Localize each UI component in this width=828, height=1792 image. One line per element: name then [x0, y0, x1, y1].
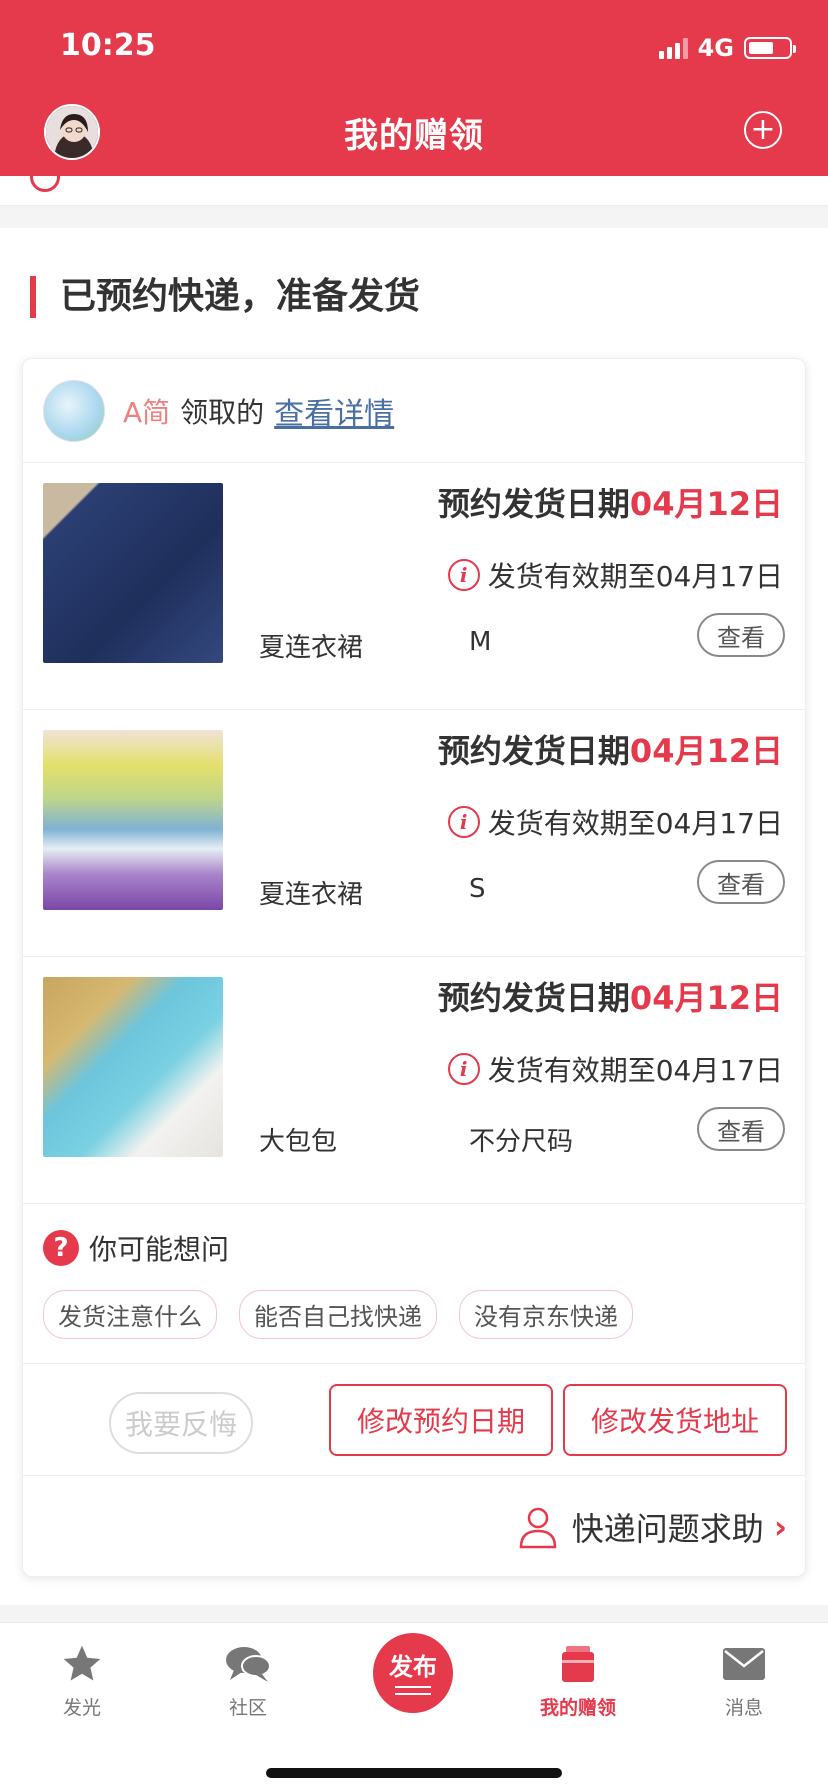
- tab-label: 发光: [62, 1697, 101, 1719]
- home-indicator: [266, 1768, 562, 1778]
- faq-title: 你可能想问: [89, 1233, 230, 1266]
- list-item: 预约发货日期04月12日 i 发货有效期至04月17日 夏连衣裙 S 查看: [23, 710, 805, 957]
- valid-period-text: 发货有效期至04月17日: [487, 1054, 783, 1087]
- card-header: A简 领取的 查看详情: [23, 359, 805, 463]
- regret-button[interactable]: 我要反悔: [109, 1392, 253, 1454]
- shipping-section: 已预约快递，准备发货 A简 领取的 查看详情 预约发货日期04月12日 i 发货…: [0, 228, 828, 1605]
- faq-section: ? 你可能想问 发货注意什么 能否自己找快递 没有京东快递: [23, 1204, 805, 1364]
- tab-label: 我的赠领: [539, 1697, 616, 1719]
- ship-date: 预约发货日期04月12日: [438, 479, 783, 525]
- info-icon: i: [447, 806, 480, 838]
- valid-period: i 发货有效期至04月17日: [447, 1049, 783, 1089]
- tab-label: 社区: [228, 1697, 267, 1719]
- page-title: 我的赠领: [344, 116, 484, 156]
- info-icon: i: [447, 559, 480, 591]
- chat-bubbles-icon: [226, 1647, 271, 1682]
- modify-date-button[interactable]: 修改预约日期: [329, 1384, 553, 1456]
- view-button[interactable]: 查看: [697, 613, 785, 657]
- battery-icon: [744, 37, 796, 59]
- ship-date-label: 预约发货日期: [437, 732, 630, 770]
- signal-icon: [658, 37, 688, 59]
- item-photo[interactable]: [43, 483, 223, 663]
- item-name: 夏连衣裙: [259, 633, 364, 663]
- publish-label: 发布: [389, 1653, 437, 1681]
- star-icon: [63, 1645, 101, 1681]
- person-icon: [519, 1507, 557, 1549]
- order-card: A简 领取的 查看详情 预约发货日期04月12日 i 发货有效期至04月17日 …: [22, 358, 806, 1577]
- view-button[interactable]: 查看: [697, 860, 785, 904]
- tab-messages[interactable]: 消息: [684, 1639, 804, 1720]
- section-title: 已预约快递，准备发货: [60, 276, 421, 317]
- tab-shine[interactable]: 发光: [22, 1639, 142, 1720]
- main-content[interactable]: 已预约快递，准备发货 A简 领取的 查看详情 预约发货日期04月12日 i 发货…: [0, 176, 828, 1622]
- faq-tag[interactable]: 没有京东快递: [459, 1290, 633, 1339]
- network-type: 4G: [697, 34, 734, 62]
- item-size: S: [469, 874, 486, 904]
- ship-date-value: 04月12日: [629, 485, 783, 523]
- item-size: M: [469, 627, 492, 657]
- item-size: 不分尺码: [469, 1127, 574, 1157]
- publish-button[interactable]: 发布: [373, 1633, 453, 1713]
- item-name: 夏连衣裙: [259, 880, 364, 910]
- section-accent-bar: [30, 276, 36, 318]
- tab-community[interactable]: 社区: [188, 1639, 308, 1720]
- app-header: 10:25 4G 我的赠领 +: [0, 0, 828, 176]
- courier-help-label: 快递问题求助: [571, 1510, 764, 1548]
- tab-label: 消息: [724, 1697, 763, 1719]
- ship-date: 预约发货日期04月12日: [438, 726, 783, 772]
- modify-address-button[interactable]: 修改发货地址: [563, 1384, 787, 1456]
- status-dot-icon: [30, 176, 60, 192]
- giver-name[interactable]: A简: [123, 391, 170, 431]
- item-name: 大包包: [259, 1127, 338, 1157]
- view-details-link[interactable]: 查看详情: [274, 389, 394, 433]
- status-time: 10:25: [60, 28, 156, 63]
- chevron-right-icon: ›: [773, 1508, 787, 1546]
- list-item: 预约发货日期04月12日 i 发货有效期至04月17日 夏连衣裙 M 查看: [23, 463, 805, 710]
- valid-period: i 发货有效期至04月17日: [447, 802, 783, 842]
- bottom-tab-bar: 发光 社区 发布 我的赠领 消息: [0, 1622, 828, 1792]
- view-button[interactable]: 查看: [697, 1107, 785, 1151]
- valid-period-text: 发货有效期至04月17日: [487, 807, 783, 840]
- ship-date-value: 04月12日: [629, 732, 783, 770]
- envelope-icon: [723, 1648, 765, 1680]
- faq-tag[interactable]: 发货注意什么: [43, 1290, 217, 1339]
- item-photo[interactable]: [43, 977, 223, 1157]
- giver-avatar[interactable]: [43, 379, 105, 442]
- gift-box-icon: [562, 1646, 594, 1682]
- tab-my-gifts[interactable]: 我的赠领: [518, 1639, 638, 1720]
- list-item: 预约发货日期04月12日 i 发货有效期至04月17日 大包包 不分尺码 查看: [23, 957, 805, 1204]
- status-indicators: 4G: [658, 34, 796, 62]
- ship-date-value: 04月12日: [629, 979, 783, 1017]
- info-icon: i: [447, 1053, 480, 1085]
- faq-tag[interactable]: 能否自己找快递: [239, 1290, 437, 1339]
- publish-icon: [395, 1686, 431, 1695]
- item-photo[interactable]: [43, 730, 223, 910]
- previous-section-edge: [0, 176, 828, 206]
- courier-help-row[interactable]: 快递问题求助 ›: [23, 1476, 805, 1576]
- valid-period: i 发货有效期至04月17日: [447, 555, 783, 595]
- giver-action: 领取的: [180, 395, 265, 429]
- ship-date-label: 预约发货日期: [437, 485, 630, 523]
- question-icon: ?: [43, 1230, 79, 1266]
- ship-date: 预约发货日期04月12日: [438, 973, 783, 1019]
- plus-circle-icon[interactable]: +: [744, 111, 782, 149]
- action-row: 我要反悔 修改预约日期 修改发货地址: [23, 1364, 805, 1476]
- valid-period-text: 发货有效期至04月17日: [487, 560, 783, 593]
- ship-date-label: 预约发货日期: [437, 979, 630, 1017]
